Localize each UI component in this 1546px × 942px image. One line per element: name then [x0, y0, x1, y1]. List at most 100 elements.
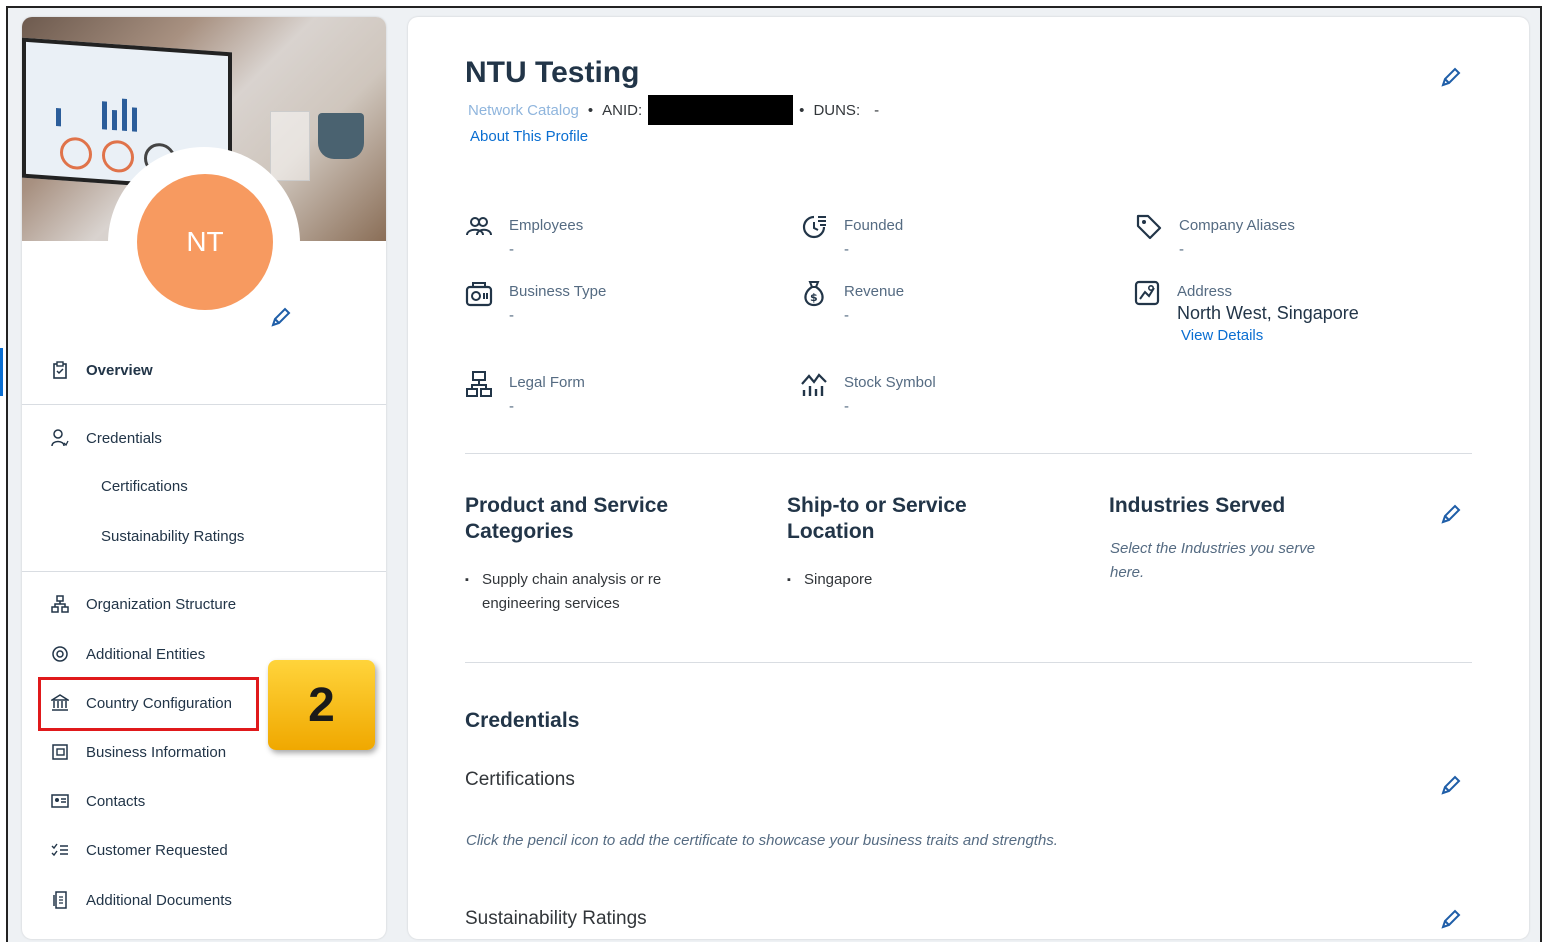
industries-hint: Select the Industries you serve here. [1110, 537, 1315, 585]
field-value: - [844, 398, 849, 415]
title-line: Location [787, 520, 875, 543]
person-icon [50, 428, 70, 448]
list-item: Supply chain analysis or re engineering … [465, 568, 661, 616]
product-categories-title: Product and Service Categories [465, 493, 668, 545]
business-info-icon [50, 742, 70, 762]
edit-profile-pencil-icon[interactable] [1440, 66, 1462, 88]
sidebar-item-label: Contacts [86, 792, 146, 810]
tag-icon [1135, 213, 1163, 241]
company-aliases-field: Company Aliases - [1135, 213, 1435, 263]
field-value: - [509, 398, 514, 415]
certifications-hint: Click the pencil icon to add the certifi… [466, 832, 1058, 849]
active-nav-indicator [0, 348, 3, 396]
divider [22, 571, 386, 572]
history-icon [800, 213, 828, 241]
sidebar-item-label: Additional Entities [86, 645, 206, 663]
separator-dot: • [587, 101, 594, 119]
sidebar-item-label: Certifications [101, 477, 188, 495]
contact-card-icon [50, 791, 70, 811]
duns-label: DUNS: [813, 101, 861, 119]
title-line: Product and Service [465, 494, 669, 517]
about-this-profile-link[interactable]: About This Profile [470, 128, 588, 145]
sidebar-item-label: Customer Requested [86, 841, 228, 859]
network-catalog-label: Network Catalog [468, 101, 579, 119]
field-value: North West, Singapore [1177, 303, 1359, 323]
field-label: Stock Symbol [844, 374, 936, 391]
checklist-icon [50, 840, 70, 860]
avatar: NT [137, 174, 273, 310]
country-configuration-highlight [38, 677, 259, 731]
hint-line: here. [1110, 564, 1145, 581]
people-icon [465, 213, 493, 241]
list-item-line: engineering services [482, 595, 620, 612]
svg-text:$: $ [810, 291, 818, 304]
sidebar-item-label: Credentials [86, 429, 162, 447]
sidebar-item-sustainability-ratings[interactable]: Sustainability Ratings [22, 516, 386, 556]
profile-meta: Network Catalog • ANID: • DUNS: - [468, 95, 880, 125]
divider [465, 662, 1472, 663]
sidebar-item-label: Business Information [86, 743, 227, 761]
org-chart-icon [50, 594, 70, 614]
revenue-field: $ Revenue - [800, 279, 1100, 329]
field-label: Address [1177, 283, 1233, 300]
hint-line: Select the Industries you serve [1110, 540, 1316, 557]
edit-industries-pencil-icon[interactable] [1440, 503, 1462, 525]
business-type-field: Business Type - [465, 279, 765, 329]
sidebar-item-customer-requested[interactable]: Customer Requested [22, 830, 386, 870]
sidebar-item-credentials[interactable]: Credentials [22, 418, 386, 458]
map-icon [1133, 279, 1161, 307]
list-item: Singapore [787, 568, 872, 592]
divider [465, 453, 1472, 454]
field-label: Founded [844, 217, 904, 234]
sidebar-item-label: Sustainability Ratings [101, 527, 245, 545]
divider [22, 404, 386, 405]
anid-label: ANID: [602, 101, 643, 119]
founded-field: Founded - [800, 213, 1100, 263]
field-value: - [1179, 241, 1184, 258]
step-badge: 2 [268, 660, 375, 750]
sustainability-ratings-heading: Sustainability Ratings [465, 908, 647, 929]
profile-main-card [408, 17, 1529, 939]
page-title: NTU Testing [465, 56, 640, 89]
title-line: Ship-to or Service [787, 494, 967, 517]
documents-icon [50, 890, 70, 910]
field-label: Revenue [844, 283, 905, 300]
view-details-link[interactable]: View Details [1181, 327, 1263, 344]
certifications-heading: Certifications [465, 769, 575, 790]
field-value: - [509, 241, 514, 258]
sidebar-item-additional-documents[interactable]: Additional Documents [22, 880, 386, 920]
clipboard-icon [50, 360, 70, 380]
industries-served-title: Industries Served [1109, 494, 1286, 517]
edit-certifications-pencil-icon[interactable] [1440, 774, 1462, 796]
sidebar-item-label: Organization Structure [86, 595, 237, 613]
entities-icon [50, 644, 70, 664]
edit-sustainability-pencil-icon[interactable] [1440, 908, 1462, 930]
stock-chart-icon [800, 370, 828, 398]
sidebar-item-overview[interactable]: Overview [22, 350, 386, 390]
edit-avatar-pencil-icon[interactable] [270, 306, 292, 328]
address-field: Address North West, Singapore View Detai… [1133, 279, 1433, 344]
sidebar-item-contacts[interactable]: Contacts [22, 781, 386, 821]
list-item-line: Supply chain analysis or re [482, 571, 662, 588]
field-label: Company Aliases [1179, 217, 1295, 234]
redacted-anid [648, 95, 794, 125]
field-value: - [509, 307, 514, 324]
field-value: - [844, 307, 849, 324]
credentials-title: Credentials [465, 709, 580, 732]
stock-symbol-field: Stock Symbol - [800, 370, 1100, 420]
register-icon [465, 279, 493, 307]
field-value: - [844, 241, 849, 258]
field-label: Business Type [509, 283, 607, 300]
field-label: Legal Form [509, 374, 585, 391]
list-item-line: Singapore [804, 571, 873, 588]
duns-value: - [874, 101, 880, 119]
field-label: Employees [509, 217, 584, 234]
money-bag-icon: $ [800, 279, 828, 307]
employees-field: Employees - [465, 213, 765, 263]
legal-form-field: Legal Form - [465, 370, 765, 420]
title-line: Categories [465, 520, 574, 543]
sidebar-item-organization-structure[interactable]: Organization Structure [22, 584, 386, 624]
sidebar-item-certifications[interactable]: Certifications [22, 466, 386, 506]
sidebar-item-label: Additional Documents [86, 891, 232, 909]
sidebar-item-label: Overview [86, 361, 153, 379]
